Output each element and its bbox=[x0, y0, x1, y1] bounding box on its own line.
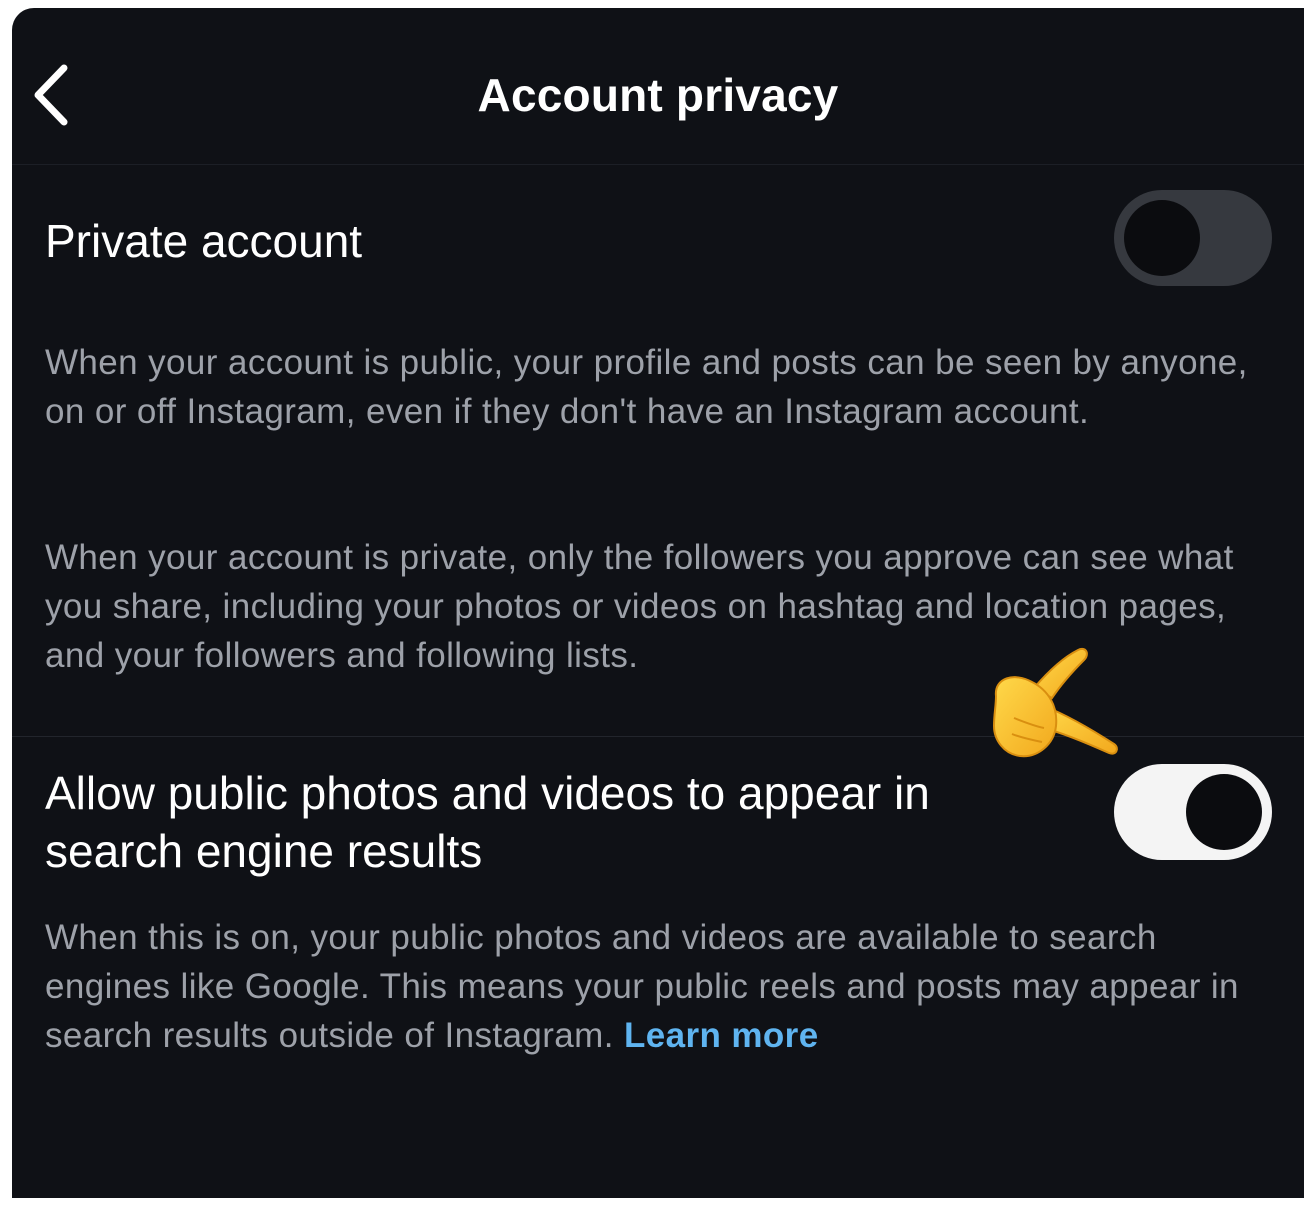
public-account-description: When your account is public, your profil… bbox=[45, 343, 1248, 431]
toggle-knob bbox=[1124, 200, 1200, 276]
search-engine-description: When this is on, your public photos and … bbox=[45, 913, 1275, 1060]
toggle-knob bbox=[1186, 774, 1262, 850]
learn-more-link[interactable]: Learn more bbox=[624, 1016, 819, 1055]
header: Account privacy bbox=[12, 8, 1304, 165]
page-title: Account privacy bbox=[477, 69, 839, 121]
account-privacy-screen: Account privacy Private account When you… bbox=[12, 8, 1304, 1198]
private-account-toggle[interactable] bbox=[1114, 190, 1272, 286]
search-engine-toggle[interactable] bbox=[1114, 764, 1272, 860]
search-engine-label: Allow public photos and videos to appear… bbox=[45, 767, 930, 877]
pointing-hand-icon bbox=[992, 648, 1118, 758]
private-account-label: Private account bbox=[45, 215, 363, 267]
